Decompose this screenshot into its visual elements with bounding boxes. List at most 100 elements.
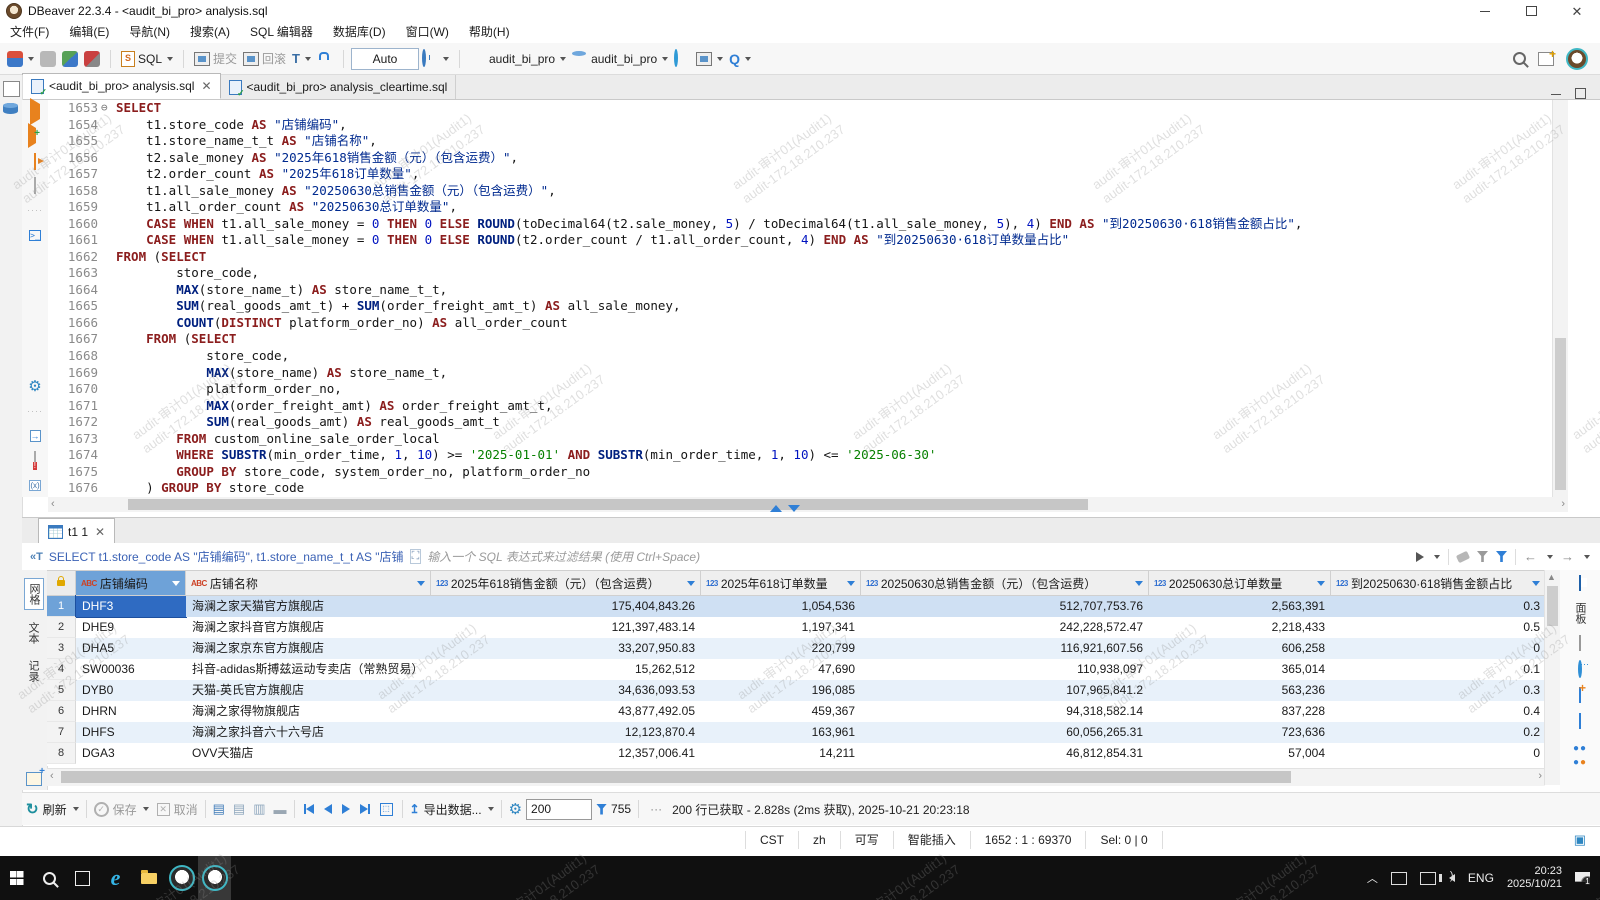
menu-item[interactable]: 帮助(H) [459,22,520,43]
internet-explorer-button[interactable]: e [99,856,132,900]
usb-tray-icon[interactable] [1391,872,1407,885]
file-explorer-button[interactable] [132,856,165,900]
table-cell[interactable]: 94,318,582.14 [861,701,1149,722]
table-cell[interactable]: 0.3 [1331,596,1545,617]
panel-sash[interactable] [770,505,800,512]
table-cell[interactable]: 15,262,512 [431,659,701,680]
column-header[interactable]: ABC店铺名称 [186,570,431,596]
new-connection-button[interactable] [4,49,37,69]
table-cell[interactable]: 723,636 [1149,722,1331,743]
clear-filter-icon[interactable] [1456,550,1470,562]
minimize-button[interactable] [1462,0,1508,22]
statusbar-selection-info[interactable]: Sel: 0 | 0 [1086,831,1162,849]
export-data-button[interactable]: ↥导出数据... [406,801,498,818]
table-cell[interactable]: DHFS [76,722,186,743]
table-row[interactable]: 5DYB0天猫-英氏官方旗舰店34,636,093.53196,085107,9… [47,680,1545,701]
table-cell[interactable]: 海澜之家天猫官方旗舰店 [186,596,431,617]
table-row[interactable]: 8DGA3OVV天猫店12,357,006.4114,21146,812,854… [47,743,1545,764]
scrollbar-thumb[interactable] [61,771,1291,783]
table-row[interactable]: 7DHFS海澜之家抖音六十六号店12,123,870.4163,96160,05… [47,722,1545,743]
column-header[interactable]: ABC店铺编码 [76,570,186,596]
table-cell[interactable]: 14,211 [701,743,861,764]
sash-down-icon[interactable] [788,505,800,512]
table-cell[interactable]: 459,367 [701,701,861,722]
calc-panel-button[interactable] [1579,688,1581,702]
dbeaver-taskbar-button-active[interactable] [198,856,231,900]
scroll-up-icon[interactable]: ▲ [1547,572,1556,582]
column-header[interactable]: 12320250630总订单数量 [1149,570,1331,596]
column-filter-icon[interactable] [1135,581,1143,586]
statusbar-write-mode[interactable]: 可写 [841,831,894,849]
execute-script-button[interactable] [34,155,36,169]
table-cell[interactable]: DHE9 [76,617,186,638]
close-button[interactable]: ✕ [1554,0,1600,22]
tray-expand-icon[interactable]: ︿ [1367,870,1378,886]
table-cell[interactable]: 34,636,093.53 [431,680,701,701]
table-cell[interactable]: 60,056,265.31 [861,722,1149,743]
action-center-icon[interactable]: 1 [1575,872,1590,885]
connect-button[interactable] [37,49,59,69]
table-row[interactable]: 2DHE9海澜之家抖音官方旗舰店121,397,483.141,197,3412… [47,617,1545,638]
fetch-page-button[interactable]: ⬚ [380,803,393,816]
network-button[interactable] [671,49,693,69]
sash-up-icon[interactable] [770,505,782,512]
apply-filter-icon[interactable] [1416,552,1424,562]
table-cell[interactable]: 512,707,753.76 [861,596,1149,617]
delete-row-button[interactable]: ▬ [270,802,291,817]
table-cell[interactable]: 0.3 [1331,680,1545,701]
value-viewer-button[interactable] [1579,636,1581,650]
chevron-down-icon[interactable] [1547,555,1553,559]
table-cell[interactable]: 海澜之家抖音官方旗舰店 [186,617,431,638]
column-header[interactable]: 12320250630总销售金额（元）（包含运费） [861,570,1149,596]
group-panel-button[interactable] [1578,662,1582,676]
notifications-icon[interactable]: ▣ [1574,832,1586,848]
reconnect-button[interactable] [59,49,81,69]
table-cell[interactable]: 220,799 [701,638,861,659]
table-cell[interactable]: 0 [1331,638,1545,659]
table-cell[interactable]: 121,397,483.14 [431,617,701,638]
table-cell[interactable]: 33,207,950.83 [431,638,701,659]
table-cell[interactable]: 606,258 [1149,638,1331,659]
result-settings-button[interactable]: ⚙ [505,800,526,818]
last-row-button[interactable] [360,804,370,814]
table-cell[interactable]: 46,812,854.31 [861,743,1149,764]
chevron-down-icon[interactable] [1434,555,1440,559]
table-cell[interactable]: 1,054,536 [701,596,861,617]
column-filter-icon[interactable] [687,581,695,586]
menu-item[interactable]: SQL 编辑器 [240,22,323,43]
refresh-button[interactable]: ↻刷新 [22,800,83,818]
statusbar-insert-mode[interactable]: 智能插入 [894,831,971,849]
grid-horizontal-scrollbar[interactable]: ‹ › [47,768,1545,786]
table-cell[interactable]: 242,228,572.47 [861,617,1149,638]
table-cell[interactable]: 365,014 [1149,659,1331,680]
taskbar-clock[interactable]: 20:23 2025/10/21 [1507,865,1562,891]
scroll-left-icon[interactable]: ‹ [50,770,54,782]
table-cell[interactable]: 1,197,341 [701,617,861,638]
database-selector[interactable]: audit_bi_pro [569,49,671,69]
column-filter-icon[interactable] [417,581,425,586]
table-cell[interactable]: 0 [1331,743,1545,764]
save-button[interactable]: ✓保存 [90,801,153,818]
menu-item[interactable]: 窗口(W) [396,22,459,43]
column-filter-icon[interactable] [1532,581,1540,586]
filter-input[interactable]: 输入一个 SQL 表达式来过滤结果 (使用 Ctrl+Space) [427,548,1416,565]
column-header[interactable]: 1232025年618订单数量 [701,570,861,596]
table-cell[interactable]: DGA3 [76,743,186,764]
table-cell[interactable]: 57,004 [1149,743,1331,764]
settings-button[interactable]: ⚙ [28,380,41,394]
sql-editor-button[interactable]: SQL [118,49,176,69]
search-icon[interactable] [1513,52,1526,65]
export-result-button[interactable]: → [30,428,41,443]
sql-console-button[interactable]: >_ [29,227,41,241]
table-row[interactable]: 1DHF3海澜之家天猫官方旗舰店175,404,843.261,054,5365… [47,596,1545,617]
scrollbar-thumb[interactable] [128,499,1088,510]
presentation-tab-record[interactable]: 记录 [24,656,42,686]
result-grid[interactable]: ABC店铺编码ABC店铺名称1232025年618销售金额（元）（包含运费）12… [47,570,1545,766]
table-cell[interactable]: 0.1 [1331,659,1545,680]
statusbar-caret-position[interactable]: 1652 : 1 : 69370 [971,831,1087,849]
validate-script-button[interactable] [34,453,36,467]
fold-icon[interactable]: ⊖ [101,100,113,117]
dbeaver-taskbar-button[interactable] [165,856,198,900]
restore-button[interactable] [1508,0,1554,22]
column-filter-icon[interactable] [847,581,855,586]
